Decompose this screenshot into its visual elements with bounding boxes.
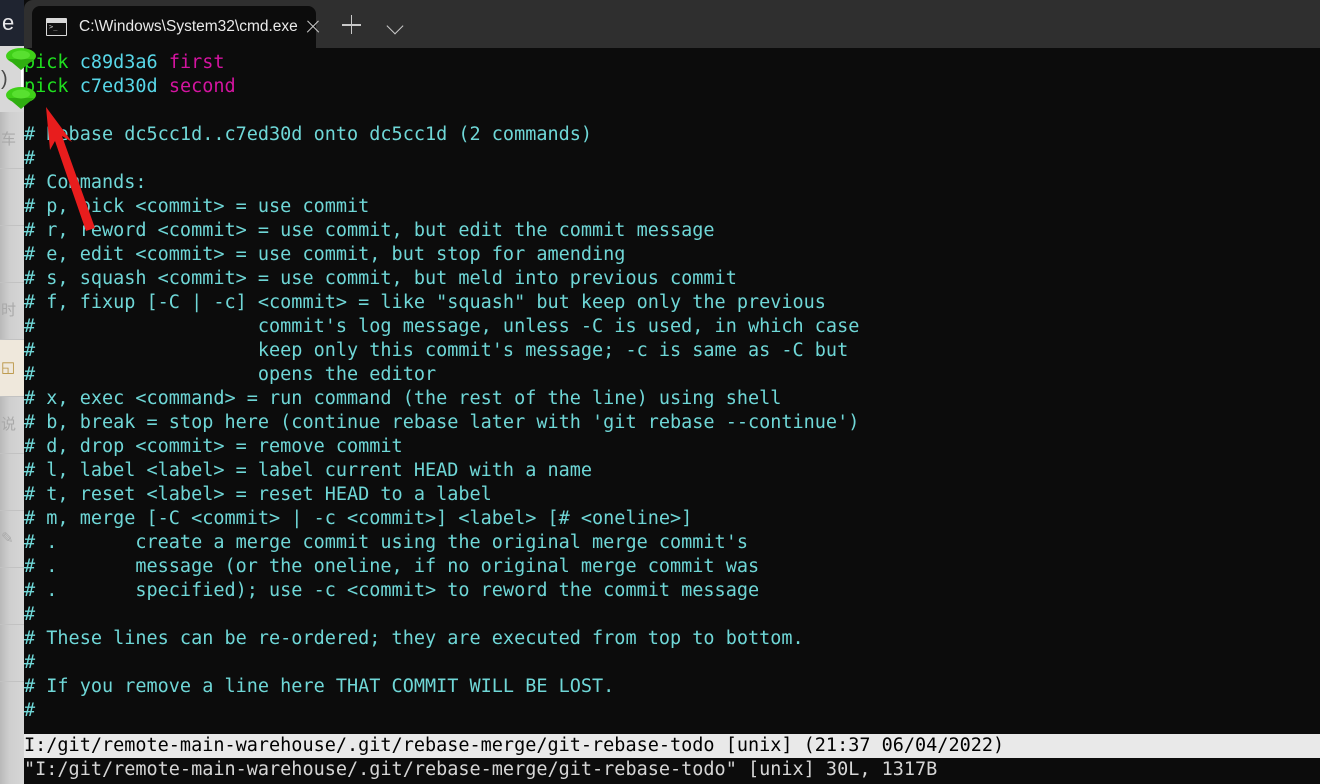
background-list-item[interactable] [0, 226, 24, 283]
background-list-item[interactable] [0, 568, 24, 625]
comment-line: # r, reword <commit> = use commit, but e… [24, 220, 715, 241]
comment-line: # commit's log message, unless -C is use… [24, 316, 860, 337]
comment-line: # [24, 148, 36, 169]
background-window-header: e [0, 0, 24, 46]
background-list-item[interactable]: ◱ [0, 340, 24, 397]
background-list-item[interactable]: 说 [0, 397, 24, 454]
background-list-item[interactable] [0, 454, 24, 511]
todo-line[interactable]: pick c89d3a6 first [24, 51, 1320, 75]
screen-root: e ) 车 时 ◱ 说 ✎ C:\Windows\System32\cmd.ex… [0, 0, 1320, 784]
todo-message: first [168, 52, 225, 73]
tab-cmd-exe[interactable]: C:\Windows\System32\cmd.exe [32, 6, 316, 48]
comment-line: # These lines can be re-ordered; they ar… [24, 628, 804, 649]
terminal-window: C:\Windows\System32\cmd.exe pick c89d3a6… [24, 0, 1320, 784]
comment-line: # d, drop <commit> = remove commit [24, 436, 403, 457]
tab-strip: C:\Windows\System32\cmd.exe [24, 0, 1320, 48]
chevron-down-icon[interactable] [379, 10, 413, 40]
comment-line: # If you remove a line here THAT COMMIT … [24, 676, 615, 697]
background-list-item[interactable] [0, 169, 24, 226]
background-window[interactable]: e ) 车 时 ◱ 说 ✎ [0, 0, 24, 784]
background-window-subheader: ) [0, 46, 24, 112]
terminal-console[interactable]: pick c89d3a6 first pick c7ed30d second #… [24, 48, 1320, 784]
comment-line: # . specified); use -c <commit> to rewor… [24, 580, 760, 601]
comment-line: # . message (or the oneline, if no origi… [24, 556, 760, 577]
todo-command: pick [24, 76, 69, 97]
comment-line: # Commands: [24, 172, 147, 193]
tab-title: C:\Windows\System32\cmd.exe [79, 18, 298, 35]
comment-line: # [24, 604, 36, 625]
comment-line: # l, label <label> = label current HEAD … [24, 460, 593, 481]
background-list-item[interactable]: ✎ [0, 511, 24, 568]
comment-line: # opens the editor [24, 364, 437, 385]
comment-line: # t, reset <label> = reset HEAD to a lab… [24, 484, 492, 505]
comment-line: # [24, 652, 36, 673]
console-icon [46, 18, 67, 36]
todo-hash: c89d3a6 [79, 52, 158, 73]
todo-message: second [168, 76, 236, 97]
comment-line: # keep only this commit's message; -c is… [24, 340, 849, 361]
comment-line: # f, fixup [-C | -c] <commit> = like "sq… [24, 292, 826, 313]
comment-line: # m, merge [-C <commit> | -c <commit>] <… [24, 508, 693, 529]
comment-line: # s, squash <commit> = use commit, but m… [24, 268, 737, 289]
comment-line: # x, exec <command> = run command (the r… [24, 388, 782, 409]
comment-line: # [24, 700, 36, 721]
background-list-item[interactable]: 时 [0, 283, 24, 340]
todo-line[interactable]: pick c7ed30d second [24, 75, 1320, 99]
background-list-item[interactable]: 车 [0, 112, 24, 169]
vim-status-line: I:/git/remote-main-warehouse/.git/rebase… [24, 734, 1320, 758]
comment-line: # b, break = stop here (continue rebase … [24, 412, 860, 433]
plus-icon[interactable] [334, 10, 368, 40]
todo-command: pick [24, 52, 69, 73]
comment-line: # Rebase dc5cc1d..c7ed30d onto dc5cc1d (… [24, 124, 593, 145]
vim-command-line: "I:/git/remote-main-warehouse/.git/rebas… [24, 758, 1320, 784]
close-icon[interactable] [298, 12, 328, 42]
background-list-item[interactable] [0, 625, 24, 682]
comment-line: # e, edit <commit> = use commit, but sto… [24, 244, 626, 265]
comment-line: # p, pick <commit> = use commit [24, 196, 370, 217]
todo-hash: c7ed30d [79, 76, 158, 97]
comment-line: # . create a merge commit using the orig… [24, 532, 748, 553]
